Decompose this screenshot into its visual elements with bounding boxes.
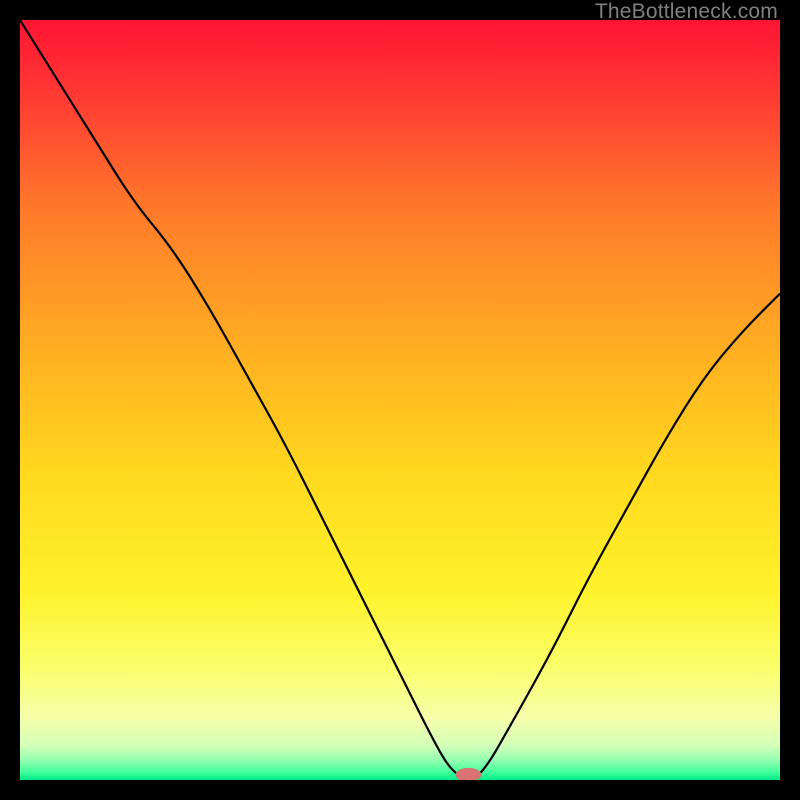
bottleneck-chart: [20, 20, 780, 780]
plot-area: [20, 20, 780, 780]
chart-frame: TheBottleneck.com: [0, 0, 800, 800]
gradient-background: [20, 20, 780, 780]
